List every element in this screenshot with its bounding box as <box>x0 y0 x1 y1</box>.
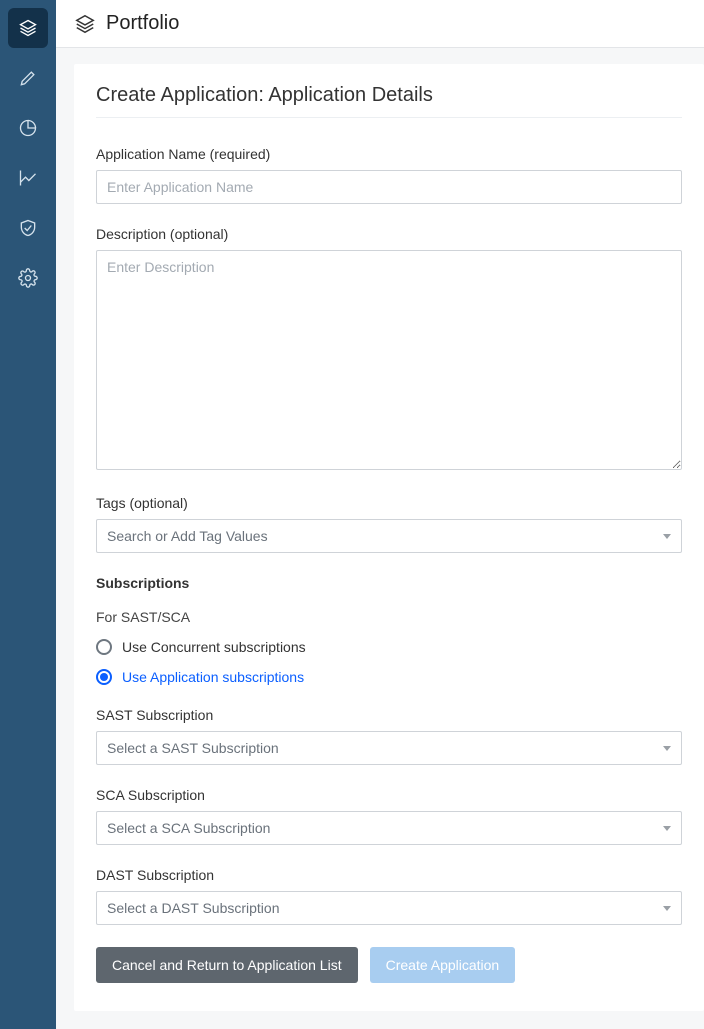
group-app-name: Application Name (required) <box>96 146 682 204</box>
dast-select[interactable]: Select a DAST Subscription <box>96 891 682 925</box>
group-dast: DAST Subscription Select a DAST Subscrip… <box>96 867 682 925</box>
radio-application[interactable]: Use Application subscriptions <box>96 669 682 685</box>
chevron-down-icon <box>663 746 671 751</box>
label-description: Description (optional) <box>96 226 682 242</box>
radio-application-indicator <box>96 669 112 685</box>
nav-edit[interactable] <box>8 58 48 98</box>
chevron-down-icon <box>663 534 671 539</box>
label-sca: SCA Subscription <box>96 787 682 803</box>
gear-icon <box>18 268 38 288</box>
main-area: Portfolio Create Application: Applicatio… <box>56 0 704 1029</box>
sidebar <box>0 0 56 1029</box>
description-textarea[interactable] <box>96 250 682 470</box>
button-row: Cancel and Return to Application List Cr… <box>96 947 682 983</box>
shield-check-icon <box>18 218 38 238</box>
nav-trends[interactable] <box>8 158 48 198</box>
subscriptions-heading: Subscriptions <box>96 575 682 591</box>
page-title: Create Application: Application Details <box>96 84 682 118</box>
content-scroll[interactable]: Create Application: Application Details … <box>56 48 704 1029</box>
radio-concurrent-label: Use Concurrent subscriptions <box>122 639 306 655</box>
stack-icon <box>18 18 38 38</box>
group-sast: SAST Subscription Select a SAST Subscrip… <box>96 707 682 765</box>
topbar-title: Portfolio <box>106 12 179 35</box>
sca-placeholder: Select a SCA Subscription <box>107 820 270 836</box>
radio-concurrent[interactable]: Use Concurrent subscriptions <box>96 639 682 655</box>
group-description: Description (optional) <box>96 226 682 473</box>
group-tags: Tags (optional) Search or Add Tag Values <box>96 495 682 553</box>
nav-reports[interactable] <box>8 108 48 148</box>
label-dast: DAST Subscription <box>96 867 682 883</box>
tags-placeholder: Search or Add Tag Values <box>107 528 268 544</box>
radio-application-label: Use Application subscriptions <box>122 669 304 685</box>
form-card: Create Application: Application Details … <box>74 64 704 1011</box>
subscriptions-sublabel: For SAST/SCA <box>96 609 682 625</box>
label-tags: Tags (optional) <box>96 495 682 511</box>
sca-select[interactable]: Select a SCA Subscription <box>96 811 682 845</box>
pie-chart-icon <box>18 118 38 138</box>
sast-select[interactable]: Select a SAST Subscription <box>96 731 682 765</box>
cancel-button[interactable]: Cancel and Return to Application List <box>96 947 358 983</box>
topbar: Portfolio <box>56 0 704 48</box>
nav-portfolio[interactable] <box>8 8 48 48</box>
nav-security[interactable] <box>8 208 48 248</box>
trend-icon <box>18 168 38 188</box>
radio-concurrent-indicator <box>96 639 112 655</box>
create-button[interactable]: Create Application <box>370 947 516 983</box>
label-app-name: Application Name (required) <box>96 146 682 162</box>
group-sca: SCA Subscription Select a SCA Subscripti… <box>96 787 682 845</box>
sast-placeholder: Select a SAST Subscription <box>107 740 279 756</box>
label-sast: SAST Subscription <box>96 707 682 723</box>
chevron-down-icon <box>663 826 671 831</box>
nav-settings[interactable] <box>8 258 48 298</box>
portfolio-icon <box>74 13 96 35</box>
tags-select[interactable]: Search or Add Tag Values <box>96 519 682 553</box>
dast-placeholder: Select a DAST Subscription <box>107 900 280 916</box>
app-name-input[interactable] <box>96 170 682 204</box>
chevron-down-icon <box>663 906 671 911</box>
pencil-icon <box>18 68 38 88</box>
